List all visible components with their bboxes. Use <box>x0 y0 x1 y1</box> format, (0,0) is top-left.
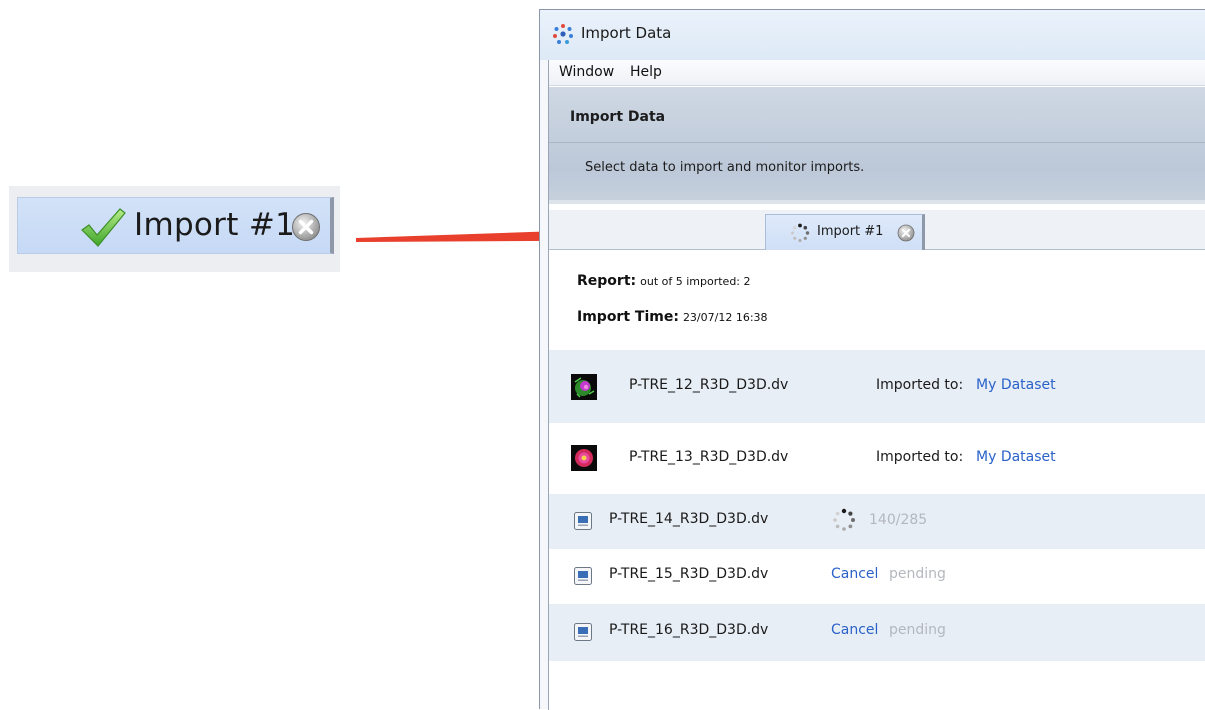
report-summary: Report: out of 5 imported: 2 <box>577 273 751 289</box>
menu-bar: Window Help <box>549 60 1205 86</box>
window-body: Window Help Import Data Select data to i… <box>548 60 1205 710</box>
report-label: Report: <box>577 273 637 289</box>
loading-spinner-icon <box>791 223 810 242</box>
file-name: P-TRE_14_R3D_D3D.dv <box>609 511 769 527</box>
banner-bottom-edge <box>549 200 1205 204</box>
tab-close-icon[interactable] <box>897 224 915 242</box>
file-name: P-TRE_15_R3D_D3D.dv <box>609 566 769 582</box>
cancel-link[interactable]: Cancel <box>831 566 878 582</box>
file-icon <box>574 623 592 641</box>
header-banner: Import Data Select data to import and mo… <box>549 87 1205 204</box>
zoomed-tab-callout: Import #1 <box>9 186 340 272</box>
title-bar: Import Data <box>540 10 1205 60</box>
loading-spinner-icon <box>833 508 855 531</box>
tab-label: Import #1 <box>817 224 884 239</box>
file-icon <box>574 512 592 530</box>
imported-to-label: Imported to: <box>876 377 964 393</box>
menu-help[interactable]: Help <box>630 64 662 80</box>
tab-strip: Import #1 <box>549 210 1205 250</box>
pending-status: pending <box>889 622 946 638</box>
close-icon <box>292 213 320 241</box>
window-title: Import Data <box>581 24 672 42</box>
import-time-label: Import Time: <box>577 309 679 325</box>
app-logo-icon <box>553 24 573 44</box>
tab-import-1[interactable]: Import #1 <box>765 214 925 250</box>
zoomed-import-tab: Import #1 <box>17 197 334 254</box>
menu-window[interactable]: Window <box>559 64 614 80</box>
banner-divider <box>549 142 1205 143</box>
file-row: P-TRE_12_R3D_D3D.dv Imported to: My Data… <box>549 350 1205 423</box>
report-value: out of 5 imported: 2 <box>640 275 751 288</box>
file-row: P-TRE_16_R3D_D3D.dv Cancel pending <box>549 604 1205 661</box>
import-content: Report: out of 5 imported: 2 Import Time:… <box>549 251 1205 710</box>
dataset-link[interactable]: My Dataset <box>976 377 1056 393</box>
imported-to-label: Imported to: <box>876 449 964 465</box>
import-time: Import Time: 23/07/12 16:38 <box>577 309 768 325</box>
zoomed-tab-label: Import #1 <box>134 207 296 243</box>
file-icon <box>574 567 592 585</box>
import-data-window: Import Data Window Help Import Data Sele… <box>539 9 1205 710</box>
file-name: P-TRE_16_R3D_D3D.dv <box>609 622 769 638</box>
banner-description: Select data to import and monitor import… <box>585 160 865 175</box>
cancel-link[interactable]: Cancel <box>831 622 878 638</box>
file-row: P-TRE_15_R3D_D3D.dv Cancel pending <box>549 549 1205 604</box>
banner-title: Import Data <box>570 109 666 125</box>
file-name: P-TRE_12_R3D_D3D.dv <box>629 377 789 393</box>
file-row: P-TRE_14_R3D_D3D.dv 140/285 <box>549 494 1205 549</box>
image-thumbnail-icon <box>571 374 597 400</box>
pending-status: pending <box>889 566 946 582</box>
dataset-link[interactable]: My Dataset <box>976 449 1056 465</box>
checkmark-icon <box>81 208 126 247</box>
progress-count: 140/285 <box>869 512 928 528</box>
image-thumbnail-icon <box>571 445 597 471</box>
file-name: P-TRE_13_R3D_D3D.dv <box>629 449 789 465</box>
import-time-value: 23/07/12 16:38 <box>682 311 768 324</box>
file-row: P-TRE_13_R3D_D3D.dv Imported to: My Data… <box>549 423 1205 494</box>
